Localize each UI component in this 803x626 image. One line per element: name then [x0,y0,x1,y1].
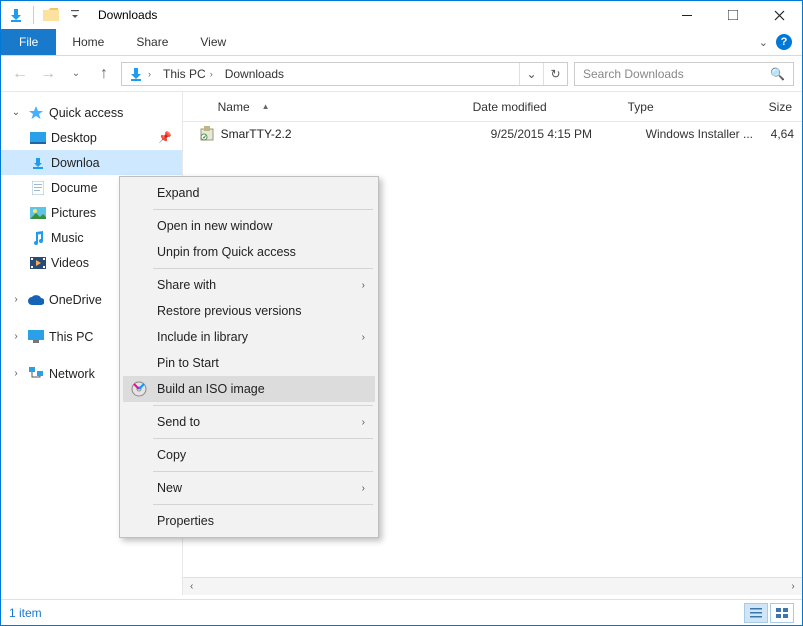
column-headers[interactable]: Name ▲ Date modified Type Size [183,92,802,122]
nav-downloads[interactable]: Downloa [1,150,182,175]
menu-new[interactable]: New› [123,475,375,501]
desktop-icon [29,130,47,146]
file-name: SmarTTY-2.2 [221,127,491,141]
address-dropdown[interactable]: ⌄ [519,63,543,85]
app-icon [5,4,27,26]
monitor-icon [27,329,45,345]
onedrive-icon [27,292,45,308]
status-text: 1 item [9,606,42,620]
search-input[interactable]: Search Downloads 🔍 [574,62,794,86]
nav-desktop[interactable]: Desktop 📌 [1,125,182,150]
document-icon [29,180,47,196]
scroll-left-icon[interactable]: ‹ [183,581,201,592]
pictures-icon [29,205,47,221]
address-root-icon[interactable]: › [122,66,157,82]
file-tab[interactable]: File [1,29,56,55]
network-icon [27,366,45,382]
col-type[interactable]: Type [628,100,753,114]
context-menu: Expand Open in new window Unpin from Qui… [119,176,379,538]
breadcrumb-downloads[interactable]: Downloads [225,67,284,81]
tab-share[interactable]: Share [120,29,184,55]
titlebar: Downloads [1,1,802,29]
videos-icon [29,255,47,271]
submenu-icon: › [362,417,365,428]
nav-quick-access[interactable]: ⌄ Quick access [1,100,182,125]
qat-dropdown-icon[interactable] [64,4,86,26]
menu-send-to[interactable]: Send to› [123,409,375,435]
address-bar[interactable]: › This PC› Downloads ⌄ ↻ [121,62,568,86]
file-type: Windows Installer ... [646,127,771,141]
menu-unpin-quick-access[interactable]: Unpin from Quick access [123,239,375,265]
submenu-icon: › [362,280,365,291]
search-placeholder: Search Downloads [583,67,684,81]
up-button[interactable]: ↑ [93,63,115,85]
col-name[interactable]: Name [218,100,250,114]
view-icons-button[interactable] [770,603,794,623]
folder-icon [40,4,62,26]
help-button[interactable]: ? [776,34,792,50]
close-button[interactable] [756,1,802,29]
ribbon-expand-icon[interactable]: ⌄ [759,36,768,49]
navbar: ← → ⌄ ↑ › This PC› Downloads ⌄ ↻ Search … [1,56,802,92]
col-date[interactable]: Date modified [473,100,628,114]
forward-button[interactable]: → [37,63,59,85]
menu-properties[interactable]: Properties [123,508,375,534]
disc-icon [129,379,149,399]
recent-dropdown[interactable]: ⌄ [65,63,87,85]
file-row[interactable]: SmarTTY-2.2 9/25/2015 4:15 PM Windows In… [183,122,802,146]
minimize-button[interactable] [664,1,710,29]
tab-view[interactable]: View [184,29,242,55]
file-date: 9/25/2015 4:15 PM [491,127,646,141]
col-size[interactable]: Size [753,100,802,114]
search-icon: 🔍 [770,67,785,81]
ribbon: File Home Share View ⌄ ? [1,29,802,56]
menu-include-library[interactable]: Include in library› [123,324,375,350]
star-icon [27,105,45,121]
tab-home[interactable]: Home [56,29,120,55]
menu-restore-previous[interactable]: Restore previous versions [123,298,375,324]
window-title: Downloads [90,8,157,22]
file-size: 4,64 [771,127,802,141]
view-details-button[interactable] [744,603,768,623]
pin-icon: 📌 [158,131,172,144]
back-button[interactable]: ← [9,63,31,85]
menu-build-iso[interactable]: Build an ISO image [123,376,375,402]
breadcrumb-thispc[interactable]: This PC [163,67,206,81]
horizontal-scrollbar[interactable]: ‹ › [183,577,802,595]
maximize-button[interactable] [710,1,756,29]
submenu-icon: › [362,332,365,343]
refresh-button[interactable]: ↻ [543,63,567,85]
sort-asc-icon: ▲ [262,102,270,111]
music-icon [29,230,47,246]
download-icon [29,155,47,171]
menu-share-with[interactable]: Share with› [123,272,375,298]
msi-icon [199,126,217,142]
scroll-right-icon[interactable]: › [784,581,802,592]
menu-expand[interactable]: Expand [123,180,375,206]
menu-open-new-window[interactable]: Open in new window [123,213,375,239]
menu-copy[interactable]: Copy [123,442,375,468]
menu-pin-start[interactable]: Pin to Start [123,350,375,376]
status-bar: 1 item [1,599,802,625]
submenu-icon: › [362,483,365,494]
